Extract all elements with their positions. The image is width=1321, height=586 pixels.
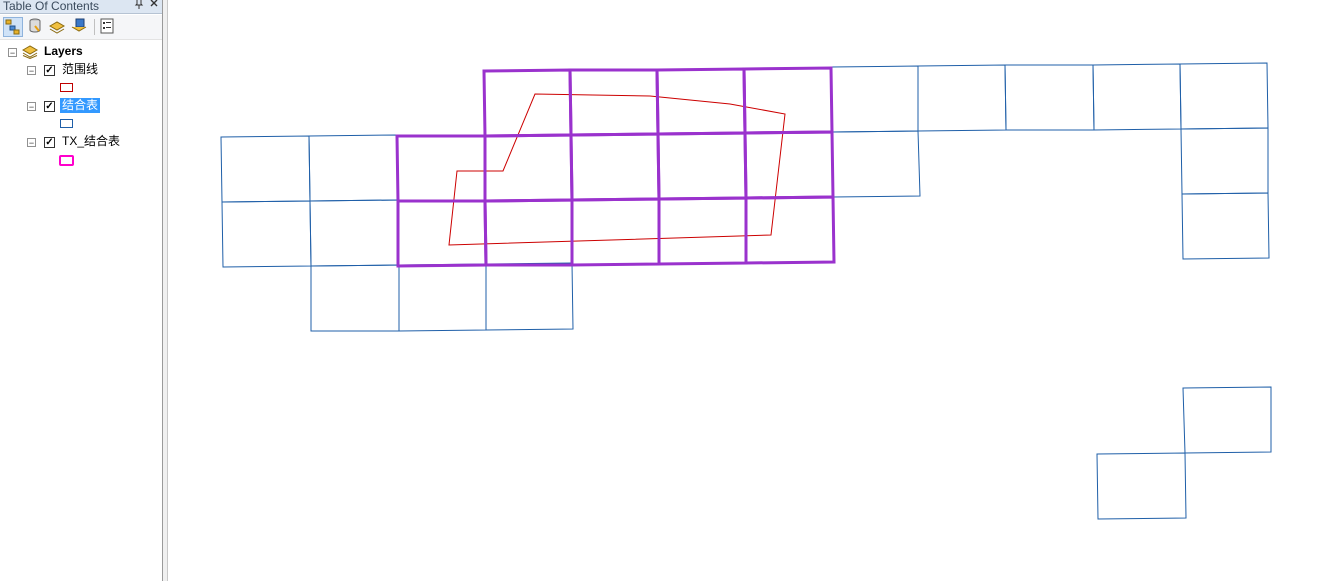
index-sheet[interactable] [1182, 386, 1272, 454]
index-sheet[interactable] [309, 199, 400, 267]
layer-visibility-checkbox[interactable]: ✓ [44, 101, 55, 112]
toc-toolbar [0, 15, 162, 40]
index-sheet[interactable] [831, 130, 921, 198]
layer-label: 范围线 [62, 62, 99, 76]
index-sheet[interactable] [830, 65, 919, 133]
list-by-drawing-order-icon[interactable] [3, 17, 23, 37]
tx-sheet[interactable] [570, 197, 661, 267]
index-sheet[interactable] [917, 64, 1007, 132]
map-view[interactable] [168, 0, 1321, 581]
collapse-icon[interactable]: − [8, 48, 17, 58]
index-sheet[interactable] [220, 135, 311, 203]
toc-layer-fanweixian[interactable]: − ✓ 范围线 [0, 62, 162, 78]
toc-layer-tx-jieheibiao[interactable]: − ✓ TX_结合表 [0, 134, 162, 150]
options-icon[interactable] [98, 17, 118, 37]
tx-sheet[interactable] [657, 196, 748, 266]
tx-sheet[interactable] [483, 133, 574, 203]
toolbar-separator [94, 19, 95, 35]
index-sheet[interactable] [398, 263, 487, 332]
layer-label: TX_结合表 [62, 134, 121, 148]
index-sheet[interactable] [1181, 192, 1270, 260]
layer-visibility-checkbox[interactable]: ✓ [44, 137, 55, 148]
tx-sheet[interactable] [742, 66, 834, 135]
table-of-contents-panel: Table Of Contents − Layers − ✓ 范围线 − ✓ 结… [0, 0, 162, 581]
index-sheet[interactable] [1004, 64, 1095, 131]
layer-symbol-swatch[interactable] [59, 155, 74, 166]
tx-sheet[interactable] [568, 68, 660, 137]
index-sheet[interactable] [1179, 62, 1269, 130]
toc-layer-jieheibiao[interactable]: − ✓ 结合表 [0, 98, 162, 114]
index-sheet[interactable] [308, 134, 399, 202]
collapse-icon[interactable]: − [27, 66, 36, 76]
list-by-source-icon[interactable] [26, 17, 46, 37]
layer-symbol-swatch[interactable] [60, 83, 73, 92]
tx-sheet[interactable] [656, 131, 748, 201]
index-sheet[interactable] [485, 262, 574, 331]
tx-sheet[interactable] [569, 132, 661, 202]
tx-sheet[interactable] [395, 134, 487, 203]
index-sheet[interactable] [310, 264, 400, 332]
tx-jieheibiao-layer [395, 66, 836, 268]
layer-label: 结合表 [60, 98, 101, 113]
tx-sheet[interactable] [396, 199, 488, 268]
tx-sheet[interactable] [743, 130, 835, 200]
index-sheet[interactable] [221, 200, 312, 268]
map-canvas[interactable] [168, 0, 1321, 581]
layer-symbol-swatch[interactable] [60, 119, 73, 128]
tx-sheet[interactable] [482, 68, 573, 138]
index-sheet[interactable] [1096, 452, 1187, 520]
index-sheet[interactable] [1180, 127, 1269, 195]
close-icon[interactable] [147, 0, 161, 12]
toc-title-bar[interactable]: Table Of Contents [0, 0, 162, 14]
index-sheet[interactable] [1092, 63, 1182, 131]
collapse-icon[interactable]: − [27, 138, 36, 148]
toc-title: Table Of Contents [3, 0, 100, 13]
pin-icon[interactable] [132, 0, 146, 12]
toc-root-layers[interactable]: − Layers [0, 44, 162, 60]
list-by-selection-icon[interactable] [70, 17, 90, 37]
collapse-icon[interactable]: − [27, 102, 36, 112]
fanweixian-boundary[interactable] [448, 93, 786, 246]
toc-root-label: Layers [44, 44, 83, 58]
tx-sheet[interactable] [744, 195, 836, 265]
layer-visibility-checkbox[interactable]: ✓ [44, 65, 55, 76]
list-by-visibility-icon[interactable] [48, 17, 68, 37]
tx-sheet[interactable] [483, 198, 574, 267]
